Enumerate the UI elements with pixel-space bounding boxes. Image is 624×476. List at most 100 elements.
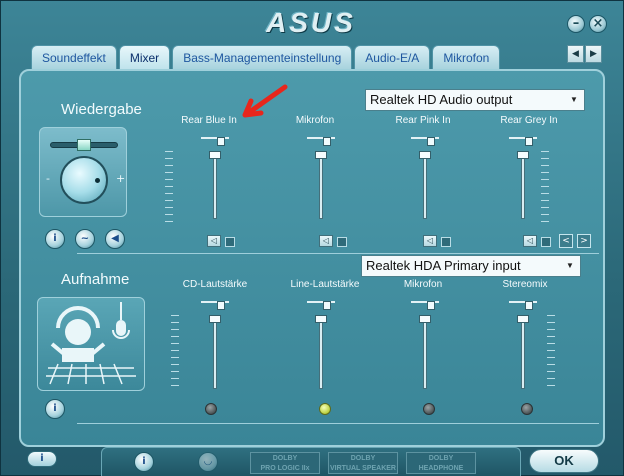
audio-manager-window: ASUS – × Soundeffekt Mixer Bass-Manageme…	[0, 0, 624, 476]
record-source-radio[interactable]	[521, 403, 533, 415]
volume-slider[interactable]	[503, 297, 543, 397]
recording-settings-icon[interactable]: i	[45, 399, 65, 419]
dolby-label: DOLBY	[350, 455, 376, 462]
tab-next-button[interactable]: ▶	[585, 45, 602, 63]
recording-device-value: Realtek HDA Primary input	[366, 258, 521, 273]
pan-thumb[interactable]	[323, 137, 331, 146]
scroll-right-icon[interactable]: >	[577, 234, 591, 248]
pan-track[interactable]	[307, 301, 335, 310]
pan-track[interactable]	[201, 137, 229, 146]
pan-track[interactable]	[411, 137, 439, 146]
dolby-sublabel: PRO LOGIC IIx	[260, 465, 310, 472]
scroll-left-icon[interactable]: <	[559, 234, 573, 248]
record-source-radio[interactable]	[205, 403, 217, 415]
volume-thumb[interactable]	[517, 151, 529, 159]
volume-thumb[interactable]	[209, 151, 221, 159]
pan-track[interactable]	[201, 301, 229, 310]
pan-track[interactable]	[307, 137, 335, 146]
close-button[interactable]: ×	[589, 15, 607, 33]
pan-thumb[interactable]	[323, 301, 331, 310]
mute-toggle[interactable]	[225, 237, 235, 247]
channel-label: Rear Grey In	[500, 115, 558, 126]
dolby-sublabel: HEADPHONE	[418, 465, 464, 472]
volume-thumb[interactable]	[419, 315, 431, 323]
volume-track[interactable]	[521, 151, 525, 219]
volume-slider[interactable]	[195, 133, 235, 233]
channel-label: Rear Pink In	[395, 115, 451, 126]
volume-slider[interactable]	[195, 297, 235, 397]
volume-slider[interactable]	[503, 133, 543, 233]
pan-track[interactable]	[411, 301, 439, 310]
channel-label: Rear Blue In	[181, 115, 237, 126]
pan-track[interactable]	[509, 137, 537, 146]
volume-thumb[interactable]	[315, 315, 327, 323]
pan-thumb[interactable]	[525, 137, 533, 146]
record-source-radio[interactable]	[423, 403, 435, 415]
volume-track[interactable]	[213, 151, 217, 219]
volume-track[interactable]	[423, 151, 427, 219]
pan-thumb[interactable]	[217, 137, 225, 146]
volume-thumb[interactable]	[517, 315, 529, 323]
volume-thumb[interactable]	[209, 315, 221, 323]
mute-speaker-icon[interactable]: ◁	[207, 235, 221, 247]
ok-button[interactable]: OK	[529, 449, 599, 473]
knob-minus-label: -	[46, 172, 50, 185]
volume-scale	[165, 151, 173, 223]
volume-slider[interactable]	[405, 133, 445, 233]
pan-thumb[interactable]	[217, 301, 225, 310]
balance-thumb[interactable]	[77, 139, 91, 151]
speaker-settings-icon[interactable]: i	[45, 229, 65, 249]
tab-bar: Soundeffekt Mixer Bass-Managementeinstel…	[31, 45, 502, 69]
recording-device-select[interactable]: Realtek HDA Primary input ▼	[361, 255, 581, 277]
pan-thumb[interactable]	[525, 301, 533, 310]
chevron-down-icon: ▼	[566, 261, 574, 270]
balance-slider[interactable]	[50, 139, 118, 151]
volume-thumb[interactable]	[419, 151, 431, 159]
volume-slider[interactable]	[301, 297, 341, 397]
knob-indicator	[95, 178, 100, 183]
volume-thumb[interactable]	[315, 151, 327, 159]
volume-track[interactable]	[521, 315, 525, 389]
dolby-headphone-badge[interactable]: DOLBY HEADPHONE	[406, 452, 476, 474]
volume-slider[interactable]	[405, 297, 445, 397]
volume-track[interactable]	[213, 315, 217, 389]
mute-speaker-icon[interactable]: ◁	[423, 235, 437, 247]
mute-toggle[interactable]	[441, 237, 451, 247]
section-divider	[77, 423, 599, 424]
equalizer-icon[interactable]: ~	[75, 229, 95, 249]
mute-speaker-icon[interactable]: ◀	[105, 229, 125, 249]
mute-speaker-icon[interactable]: ◁	[319, 235, 333, 247]
playback-device-value: Realtek HD Audio output	[370, 92, 513, 107]
tab-mikrofon[interactable]: Mikrofon	[432, 45, 501, 69]
asus-logo: ASUS	[266, 7, 356, 38]
tab-audio-ea[interactable]: Audio-E/A	[354, 45, 431, 69]
tab-bass-management[interactable]: Bass-Managementeinstellung	[172, 45, 353, 69]
info-icon[interactable]: i	[134, 452, 154, 472]
dolby-virtual-speaker-badge[interactable]: DOLBY VIRTUAL SPEAKER	[328, 452, 398, 474]
mute-toggle[interactable]	[337, 237, 347, 247]
mute-toggle[interactable]	[541, 237, 551, 247]
master-volume-knob[interactable]	[60, 156, 108, 204]
tab-mixer[interactable]: Mixer	[118, 45, 171, 69]
pan-thumb[interactable]	[427, 301, 435, 310]
channel-label: Mikrofon	[403, 279, 443, 290]
mute-speaker-icon[interactable]: ◁	[523, 235, 537, 247]
pan-thumb[interactable]	[427, 137, 435, 146]
channel-label: Mikrofon	[295, 115, 335, 126]
tab-soundeffekt[interactable]: Soundeffekt	[31, 45, 117, 69]
info-icon[interactable]: i	[27, 451, 57, 467]
pan-track[interactable]	[509, 301, 537, 310]
chevron-down-icon: ▼	[570, 95, 578, 104]
volume-track[interactable]	[319, 315, 323, 389]
dolby-pro-logic-badge[interactable]: DOLBY PRO LOGIC IIx	[250, 452, 320, 474]
headphone-icon[interactable]: ◡	[198, 452, 218, 472]
minimize-button[interactable]: –	[567, 15, 585, 33]
volume-slider[interactable]	[301, 133, 341, 233]
record-source-radio-selected[interactable]	[319, 403, 331, 415]
tab-prev-button[interactable]: ◀	[567, 45, 584, 63]
playback-device-select[interactable]: Realtek HD Audio output ▼	[365, 89, 585, 111]
dolby-label: DOLBY	[272, 455, 298, 462]
volume-track[interactable]	[423, 315, 427, 389]
volume-track[interactable]	[319, 151, 323, 219]
dolby-label: DOLBY	[428, 455, 454, 462]
